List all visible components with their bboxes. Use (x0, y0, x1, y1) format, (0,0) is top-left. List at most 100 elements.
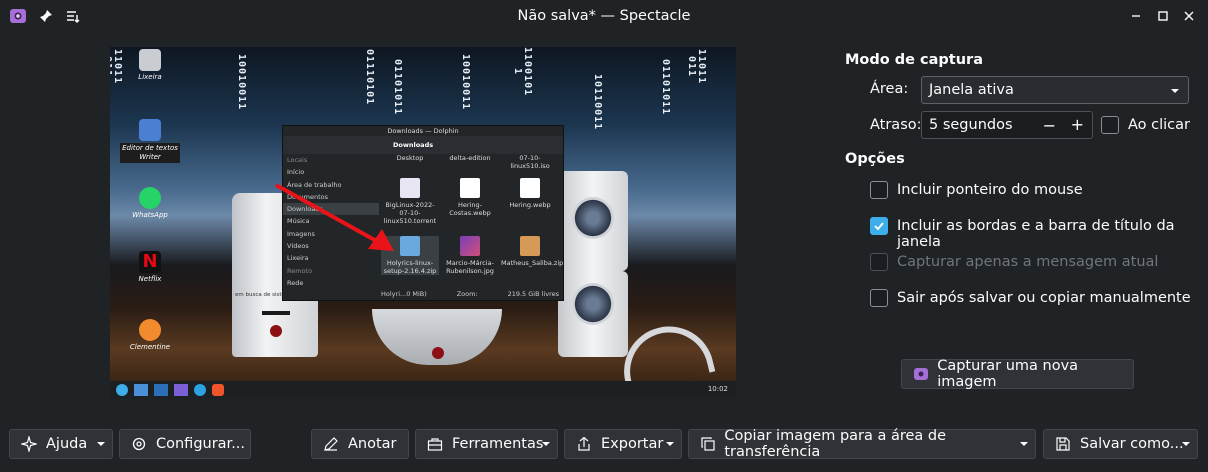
speaker-cone-image (572, 283, 614, 325)
chevron-down-icon[interactable] (1013, 430, 1035, 458)
delay-value: 5 segundos (929, 117, 1013, 133)
binary-text: 10010011 (460, 53, 471, 111)
binary-text: 01101011 (392, 58, 403, 116)
chevron-down-icon (1170, 84, 1180, 100)
monitor-button-image (432, 347, 444, 359)
launcher-icon (116, 384, 128, 396)
speaker-cone-image (572, 197, 614, 239)
netflix-icon: N (139, 251, 161, 273)
new-capture-button[interactable]: Capturar uma nova imagem (901, 358, 1134, 390)
area-label: Área: (870, 81, 909, 97)
quit-after-save-checkbox[interactable] (870, 289, 888, 307)
desktop-icon-clementine: Clementine (120, 319, 180, 352)
check-icon (874, 222, 884, 231)
maximize-icon[interactable] (1153, 6, 1173, 26)
include-borders-label: Incluir as bordas e a barra de título da… (897, 218, 1175, 250)
preview-taskbar: 10:02 (110, 381, 736, 399)
chevron-down-icon[interactable] (1175, 430, 1197, 458)
capture-message-label: Capturar apenas a mensagem atual (897, 254, 1159, 270)
file-item: Desktop (396, 154, 424, 162)
dolphin-statusbar: Holyri...0 MiB) Zoom: 219.5 GiB livres (381, 290, 559, 298)
pin-icon[interactable] (36, 6, 56, 26)
telegram-icon (194, 384, 206, 396)
screenshot-preview[interactable]: 11011011 10010011 01110101 01101011 1001… (110, 47, 736, 399)
on-click-checkbox[interactable] (1101, 116, 1119, 134)
file-item: Hering-Costas.webp (441, 178, 499, 217)
save-icon (1054, 435, 1072, 453)
binary-text: 10110011 (592, 73, 603, 131)
include-pointer-checkbox[interactable] (870, 181, 888, 199)
area-value: Janela ativa (929, 82, 1014, 98)
minus-icon[interactable]: − (1043, 116, 1056, 135)
file-item: Marcio-Márcia-Rubenilson.jpg (441, 236, 499, 275)
menu-icon[interactable] (63, 6, 83, 26)
brave-icon (212, 384, 224, 396)
options-heading: Opções (845, 151, 905, 167)
file-item: 07-10-linux510.iso (510, 154, 550, 170)
clock: 10:02 (707, 385, 728, 393)
plus-icon[interactable]: + (1071, 115, 1084, 134)
remote-header: Remoto (287, 266, 313, 275)
desktop-icon-netflix: N Netflix (138, 251, 162, 283)
binary-text: 11001011 (512, 47, 533, 97)
binary-text: 10010011 (236, 53, 247, 111)
include-pointer-label: Incluir ponteiro do mouse (897, 182, 1083, 198)
quit-after-save-label: Sair após salvar ou copiar manualmente (897, 290, 1191, 306)
export-button[interactable]: Exportar (564, 429, 682, 459)
spectacle-icon (912, 365, 929, 383)
spectacle-app-icon[interactable] (8, 6, 28, 26)
dolphin-location: Downloads (393, 141, 434, 149)
pencil-icon (322, 435, 340, 453)
folder-icon (134, 384, 148, 396)
file-item: Matheus_Saliba.zip (501, 236, 563, 267)
image-thumbnail-icon (460, 236, 480, 256)
dolphin-toolbar: Downloads (283, 136, 563, 154)
red-arrow-annotation (275, 183, 394, 251)
writer-icon (139, 119, 161, 141)
pc-button-image (270, 325, 282, 337)
minimize-icon[interactable] (1126, 6, 1146, 26)
export-icon (575, 435, 593, 453)
monitor-icon (154, 384, 168, 396)
clementine-icon (139, 319, 161, 341)
desktop-icon-whatsapp: WhatsApp (120, 187, 180, 220)
delay-label: Atraso: (870, 117, 922, 133)
annotate-button[interactable]: Anotar (311, 429, 409, 459)
desktop-icon-trash: Lixeira (120, 49, 180, 82)
image-thumbnail-icon (520, 178, 540, 198)
binary-text: 01101011 (660, 58, 671, 116)
file-item: delta-edition (449, 154, 491, 162)
spectacle-icon (174, 384, 188, 396)
copy-icon (699, 435, 716, 453)
sparkle-icon (20, 435, 38, 453)
close-icon[interactable] (1179, 6, 1199, 26)
chevron-down-icon[interactable] (659, 430, 681, 458)
binary-text: 11011011 (686, 49, 707, 85)
dolphin-title: Downloads — Dolphin (387, 127, 459, 135)
configure-button[interactable]: Configurar... (119, 429, 251, 459)
chevron-down-icon[interactable] (90, 430, 112, 458)
capture-message-checkbox[interactable] (870, 253, 888, 271)
trash-icon (139, 49, 161, 71)
image-thumbnail-icon (460, 178, 480, 198)
file-item: Hering.webp (501, 178, 559, 209)
save-as-button[interactable]: Salvar como... (1043, 429, 1198, 459)
toolbox-icon (426, 435, 444, 453)
help-button[interactable]: Ajuda (9, 429, 113, 459)
on-click-label: Ao clicar (1128, 117, 1190, 133)
area-combobox[interactable]: Janela ativa (921, 76, 1189, 104)
capture-mode-heading: Modo de captura (845, 52, 983, 68)
window-title: Não salva* — Spectacle (517, 8, 691, 24)
whatsapp-icon (139, 187, 161, 209)
binary-text: 01110101 (364, 48, 375, 106)
include-borders-checkbox[interactable] (870, 217, 888, 235)
desktop-icon-writer: Editor de textos Writer (120, 119, 180, 163)
title-bar: Não salva* — Spectacle (0, 0, 1208, 32)
gear-icon (130, 435, 148, 453)
pc-slot-image (262, 311, 290, 315)
places-header: Locais (287, 156, 308, 164)
copy-to-clipboard-button[interactable]: Copiar imagem para a área de transferênc… (688, 428, 1036, 460)
chevron-down-icon[interactable] (535, 430, 557, 458)
tools-button[interactable]: Ferramentas (415, 429, 558, 459)
delay-spinbox[interactable]: 5 segundos − + (921, 111, 1093, 139)
